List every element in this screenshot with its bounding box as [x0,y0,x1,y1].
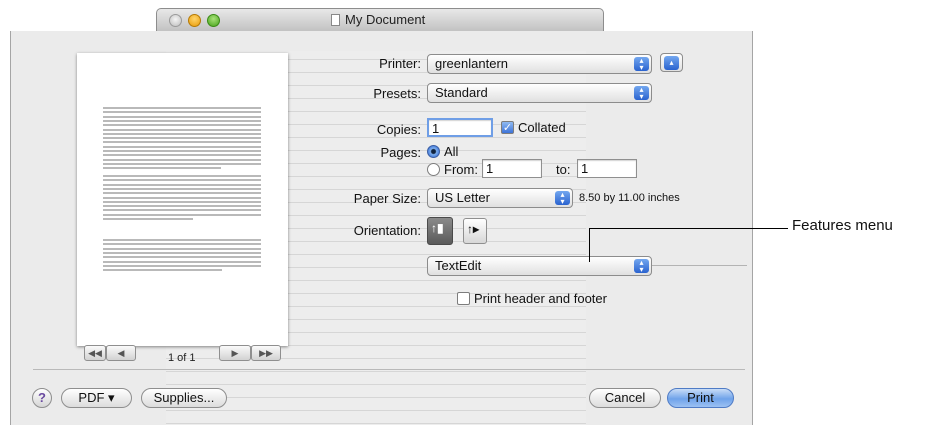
printer-value: greenlantern [435,56,508,71]
callout-line [589,228,788,229]
print-header-footer-checkbox[interactable] [457,292,470,305]
preview-text-line [103,150,261,152]
preview-text-line [103,187,261,190]
help-button[interactable]: ? [32,388,52,408]
preview-text-line [103,132,261,135]
preview-text-line [103,239,261,241]
document-icon [331,14,340,26]
features-value: TextEdit [435,258,482,273]
pages-from-radio[interactable] [427,163,440,176]
collated-checkbox[interactable]: ✓ [501,121,514,134]
preview-text-line [103,111,261,114]
preview-text-line [103,107,261,109]
pages-from-field[interactable]: 1 [482,159,542,178]
next-page-button[interactable]: ▶ [219,345,251,361]
preview-text-line [103,205,261,208]
bottom-separator [33,369,745,370]
presets-popup[interactable]: Standard ▴ ▾ [427,83,652,103]
print-button[interactable]: Print [667,388,734,408]
previous-page-button[interactable]: ◀ [106,345,136,361]
pages-to-label: to: [556,162,571,177]
preview-text-line [103,167,221,170]
preview-text-line [103,124,261,127]
preview-text-line [103,141,261,144]
copies-field[interactable]: 1 [427,118,493,137]
supplies-button[interactable]: Supplies... [141,388,227,408]
presets-value: Standard [435,85,488,100]
preview-text-line [103,183,261,186]
paper-size-popup[interactable]: US Letter ▴ ▾ [427,188,573,208]
close-window-button[interactable] [169,14,182,27]
preview-text-line [103,218,193,220]
preview-text-line [103,200,261,203]
preview-text-line [103,145,261,148]
pdf-button[interactable]: PDF ▾ [61,388,132,408]
minimize-window-button[interactable] [188,14,201,27]
preview-text-line [103,179,261,182]
preview-text-line [103,260,261,263]
preview-text-line [103,162,261,165]
printer-label: Printer: [379,56,421,71]
expand-triangle-icon: ▴ [664,56,679,70]
preview-text-line [103,115,261,118]
callout-leader [589,228,590,262]
print-header-footer-label: Print header and footer [474,291,607,306]
preview-text-line [103,196,261,199]
last-page-button[interactable]: ▶▶ [251,345,281,361]
pages-from-label: From: [444,162,478,177]
preview-text-line [103,247,261,250]
preview-text-line [103,192,261,195]
cancel-button[interactable]: Cancel [589,388,661,408]
orientation-label: Orientation: [353,223,421,238]
landscape-person-icon: ↑▸ [467,222,480,236]
orientation-portrait-button[interactable]: ↑▮ [427,217,453,245]
first-page-button[interactable]: ◀◀ [84,345,106,361]
features-popup[interactable]: TextEdit ▴ ▾ [427,256,652,276]
pages-all-radio[interactable] [427,145,440,158]
preview-text-line [103,158,261,161]
presets-label: Presets: [373,86,421,101]
pages-all-label: All [444,144,459,159]
portrait-person-icon: ↑▮ [431,221,444,235]
zoom-window-button[interactable] [207,14,220,27]
preview-text-line [103,251,261,254]
pages-to-field[interactable]: 1 [577,159,637,178]
preview-text-line [103,137,261,140]
updown-arrows-icon: ▴ ▾ [634,57,649,72]
paper-size-value: US Letter [435,190,490,205]
preview-text-line [103,154,261,157]
copies-label: Copies: [376,122,421,137]
preview-text-line [103,128,261,131]
printer-popup[interactable]: greenlantern ▴ ▾ [427,54,652,74]
page-indicator: 1 of 1 [168,352,196,364]
collated-label: Collated [518,120,566,135]
pages-label: Pages: [380,145,421,160]
preview-text-line [103,256,261,259]
preview-text-line [103,264,261,267]
preview-text-line [103,119,261,122]
window-title-bar: My Document [156,8,604,31]
preview-text-line [103,209,261,212]
features-menu-annotation: Features menu [792,217,893,234]
preview-text-line [103,269,222,272]
paper-dimensions: 8.50 by 11.00 inches [579,192,680,204]
page-preview [77,53,288,346]
updown-arrows-icon: ▴ ▾ [634,86,649,101]
preview-text-line [103,243,261,246]
paper-size-label: Paper Size: [353,191,421,206]
preview-text-line [103,213,261,216]
updown-arrows-icon: ▴ ▾ [634,259,649,274]
window-title: My Document [345,12,426,27]
orientation-landscape-button[interactable]: ↑▸ [463,218,487,244]
disclosure-button[interactable]: ▴ [660,53,683,72]
updown-arrows-icon: ▴ ▾ [555,191,570,206]
preview-text-line [103,175,261,177]
